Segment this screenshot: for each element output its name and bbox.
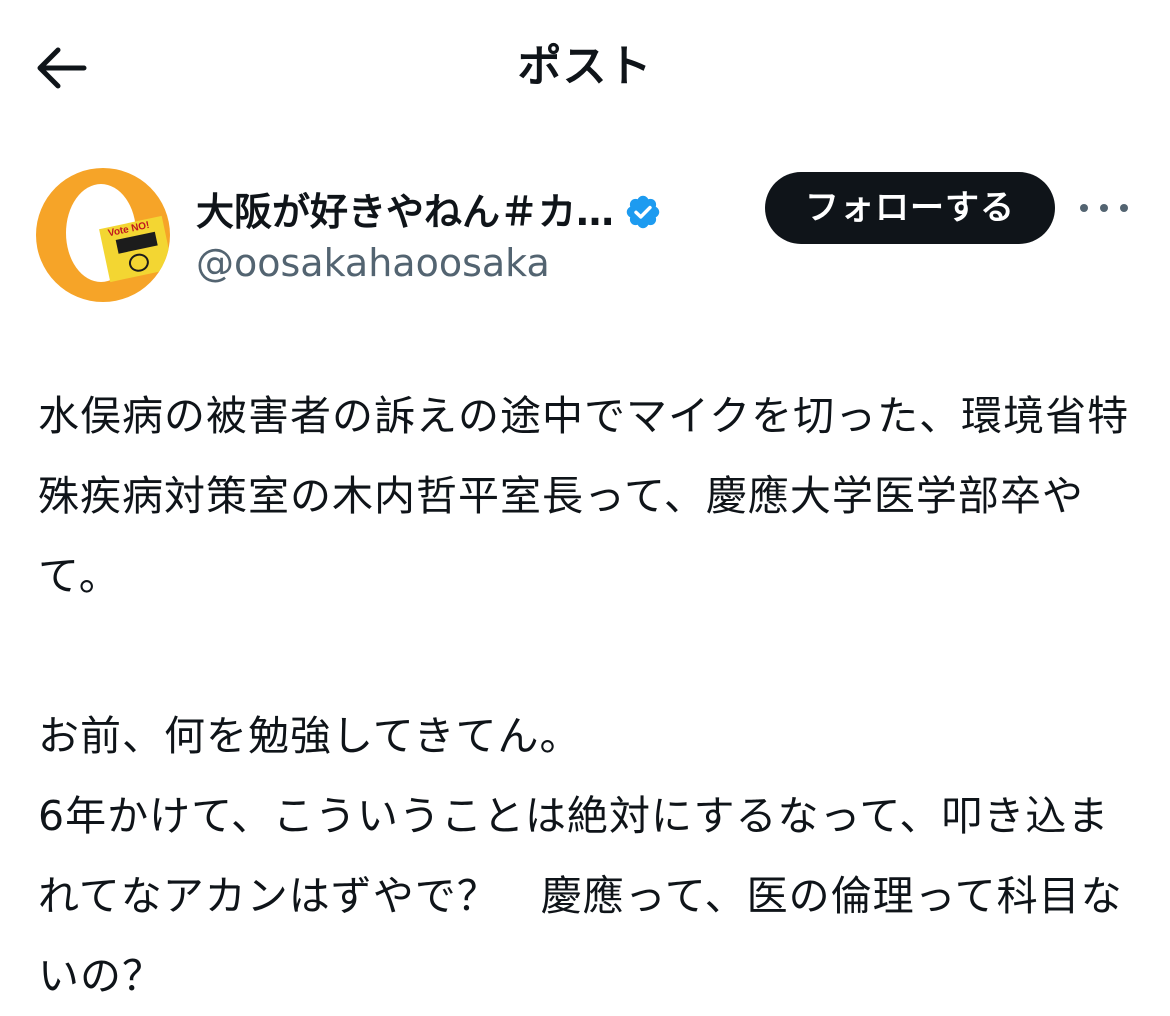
avatar-face-icon xyxy=(127,251,151,274)
page-title: ポスト xyxy=(517,41,653,92)
more-horizontal-icon[interactable] xyxy=(1080,190,1128,226)
author-name-line: 大阪が好きやねん＃カ… xyxy=(196,182,662,242)
avatar[interactable]: Vote NO! xyxy=(36,168,170,302)
post-author-row: Vote NO! 大阪が好きやねん＃カ… @oosakahaoosaka フォロ… xyxy=(0,168,1170,308)
follow-button[interactable]: フォローする xyxy=(765,172,1055,244)
post-paragraph: お前、何を勉強してきてん。 6年かけて、こういうことは絶対にするなって、叩き込ま… xyxy=(38,712,1123,1000)
more-dot xyxy=(1100,204,1108,212)
top-bar: ポスト xyxy=(0,0,1170,136)
post-paragraph: 水俣病の被害者の訴えの途中でマイクを切った、環境省特殊疾病対策室の木内哲平室長っ… xyxy=(38,392,1130,600)
avatar-vote-card: Vote NO! xyxy=(99,215,170,283)
author-handle[interactable]: @oosakahaoosaka xyxy=(196,236,550,290)
more-dot xyxy=(1120,204,1128,212)
post-text: 水俣病の被害者の訴えの途中でマイクを切った、環境省特殊疾病対策室の木内哲平室長っ… xyxy=(38,376,1148,1016)
author-display-name[interactable]: 大阪が好きやねん＃カ… xyxy=(196,184,614,240)
more-dot xyxy=(1080,204,1088,212)
verified-badge-icon[interactable] xyxy=(624,193,662,231)
